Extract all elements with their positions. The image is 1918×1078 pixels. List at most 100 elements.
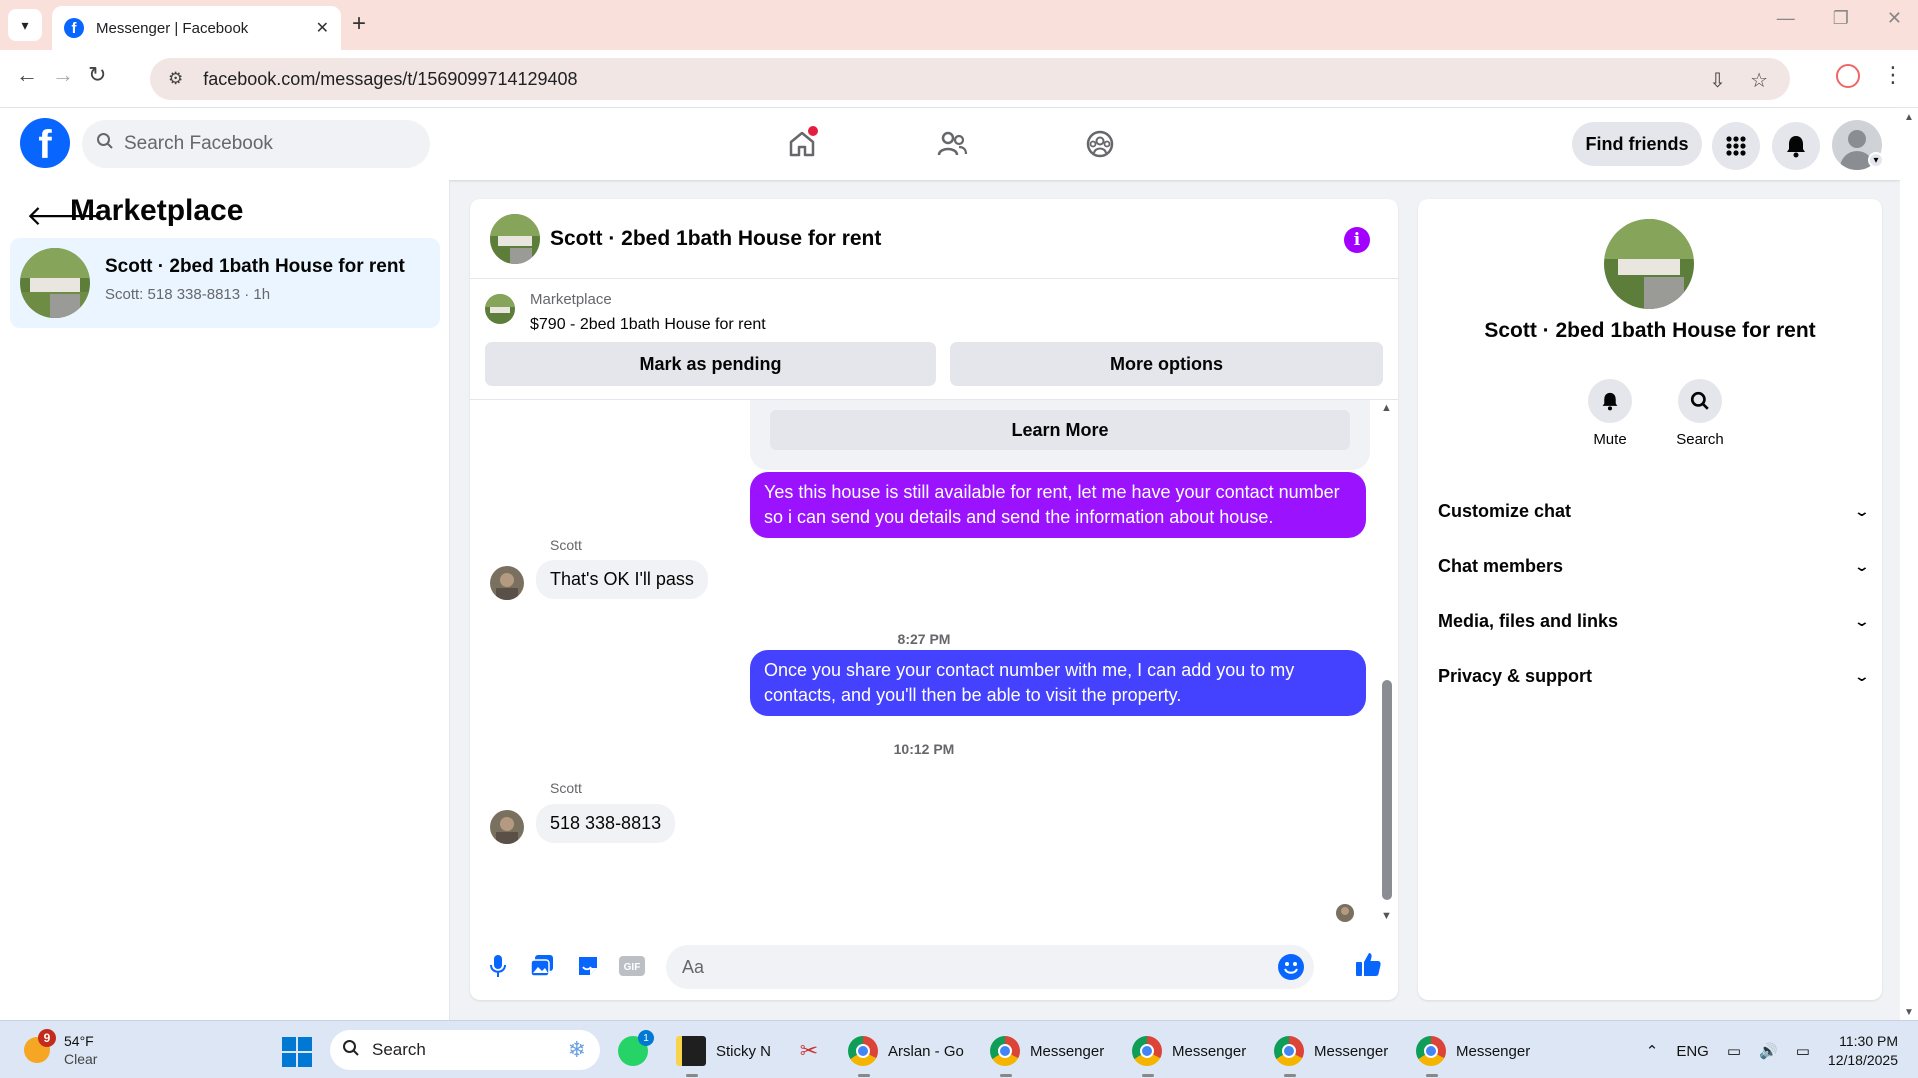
media-files-links-row[interactable]: Media, files and links ⌄ <box>1438 601 1870 641</box>
chevron-up-icon[interactable]: ⌃ <box>1646 1042 1659 1060</box>
close-tab-icon[interactable]: ✕ <box>316 18 329 38</box>
conversations-sidebar: 🡐 Marketplace Scott · 2bed 1bath House f… <box>0 180 450 1020</box>
whatsapp-taskbar-icon[interactable]: 1 <box>618 1029 658 1073</box>
browser-tab[interactable]: f Messenger | Facebook ✕ <box>52 6 341 50</box>
sticky-notes-taskbar-item[interactable]: Sticky N <box>676 1029 772 1077</box>
incoming-message[interactable]: 518 338-8813 <box>536 804 676 843</box>
thumbs-up-icon[interactable] <box>1354 950 1382 983</box>
page-scrollbar[interactable]: ▲ ▼ <box>1900 108 1918 1020</box>
back-button[interactable]: ← <box>16 62 38 88</box>
facebook-logo-icon[interactable]: f <box>20 118 70 168</box>
chrome-messenger-taskbar-item[interactable]: Messenger <box>1416 1029 1531 1077</box>
gif-icon[interactable]: GIF <box>618 952 646 980</box>
conversation-name: Scott · 2bed 1bath House for rent <box>105 256 405 277</box>
chrome-messenger-taskbar-item[interactable]: Messenger <box>1132 1029 1247 1077</box>
search-label: Search <box>1676 431 1724 448</box>
chat-members-row[interactable]: Chat members ⌄ <box>1438 546 1870 586</box>
find-friends-button[interactable]: Find friends <box>1572 122 1702 166</box>
windows-start-icon[interactable] <box>282 1037 312 1067</box>
search-placeholder: Search Facebook <box>124 133 273 154</box>
chevron-down-icon[interactable]: ▾ <box>1868 152 1884 168</box>
section-label: Customize chat <box>1438 500 1572 521</box>
chat-header: Scott · 2bed 1bath House for rent i <box>470 199 1398 279</box>
taskbar-app-label: Messenger <box>1172 1042 1247 1060</box>
message-input[interactable]: Aa <box>666 945 1314 989</box>
address-bar-row: ← → ↻ ⚙ facebook.com/messages/t/15690997… <box>0 50 1918 108</box>
chevron-down-icon: ⌄ <box>1853 502 1871 519</box>
search-action[interactable]: Search <box>1665 379 1735 448</box>
microphone-icon[interactable] <box>484 952 512 980</box>
info-icon[interactable]: i <box>1344 227 1370 253</box>
language-indicator[interactable]: ENG <box>1676 1043 1709 1060</box>
taskbar-search[interactable]: Search ❄ <box>330 1030 600 1070</box>
bookmark-star-icon[interactable]: ☆ <box>1750 68 1768 93</box>
search-icon[interactable] <box>1678 379 1722 423</box>
snowflake-icon: ❄ <box>567 1037 586 1062</box>
menu-grid-icon[interactable] <box>1712 122 1760 170</box>
listing-title[interactable]: $790 - 2bed 1bath House for rent <box>530 316 766 334</box>
message-card: Learn More <box>750 400 1370 470</box>
taskbar-app-label: Sticky N <box>716 1042 772 1060</box>
taskbar-app-label: Messenger <box>1030 1042 1105 1060</box>
chrome-taskbar-item[interactable]: Arslan - Go <box>848 1029 964 1077</box>
incoming-message[interactable]: That's OK I'll pass <box>536 560 708 599</box>
more-options-button[interactable]: More options <box>950 342 1383 386</box>
forward-button[interactable]: → <box>52 62 74 88</box>
new-tab-button[interactable]: + <box>352 10 366 38</box>
photo-icon[interactable] <box>528 952 556 980</box>
taskbar-app-label: Messenger <box>1456 1042 1531 1060</box>
sender-avatar[interactable] <box>490 566 524 600</box>
mark-as-pending-button[interactable]: Mark as pending <box>485 342 936 386</box>
mute-label: Mute <box>1593 431 1627 448</box>
chrome-menu-icon[interactable]: ⋮ <box>1882 62 1904 88</box>
customize-chat-row[interactable]: Customize chat ⌄ <box>1438 491 1871 531</box>
network-icon[interactable]: ▭ <box>1727 1042 1741 1060</box>
emoji-icon[interactable] <box>1278 954 1304 980</box>
marketplace-listing-banner: Marketplace $790 - 2bed 1bath House for … <box>470 279 1398 400</box>
timestamp: 8:27 PM <box>897 631 951 647</box>
clock-time: 11:30 PM <box>1839 1033 1898 1049</box>
taskbar-search-label: Search <box>372 1040 426 1059</box>
facebook-search-input[interactable]: Search Facebook <box>82 120 430 168</box>
tab-title: Messenger | Facebook <box>96 19 249 37</box>
notifications-bell-icon[interactable] <box>1772 122 1820 170</box>
section-label: Chat members <box>1438 555 1564 576</box>
site-info-icon[interactable]: ⚙ <box>168 69 183 89</box>
minimize-button[interactable]: — <box>1777 8 1795 29</box>
battery-icon[interactable]: ▭ <box>1796 1042 1810 1060</box>
profile-avatar[interactable] <box>1604 219 1694 309</box>
groups-icon[interactable] <box>1080 124 1120 164</box>
outgoing-message[interactable]: Once you share your contact number with … <box>750 650 1366 716</box>
bell-icon[interactable] <box>1588 379 1632 423</box>
message-scrollbar[interactable]: ▲ ▼ <box>1380 400 1394 924</box>
install-app-icon[interactable]: ⇩ <box>1709 68 1726 93</box>
reload-button[interactable]: ↻ <box>88 62 106 88</box>
learn-more-button[interactable]: Learn More <box>770 410 1350 450</box>
sticker-icon[interactable] <box>574 952 602 980</box>
omnibox[interactable]: ⚙ facebook.com/messages/t/15690997141294… <box>150 58 1790 100</box>
tab-search-dropdown[interactable]: ▾ <box>8 9 42 41</box>
conversation-info-panel: Scott · 2bed 1bath House for rent Mute S… <box>1418 199 1882 1000</box>
snipping-tool-taskbar-icon[interactable]: ✂ <box>794 1029 834 1073</box>
chat-avatar[interactable] <box>490 214 540 264</box>
volume-icon[interactable]: 🔊 <box>1759 1042 1778 1060</box>
chrome-profile-icon[interactable] <box>1836 64 1860 88</box>
mute-action[interactable]: Mute <box>1575 379 1645 448</box>
home-icon[interactable] <box>782 124 822 164</box>
restore-button[interactable]: ❐ <box>1833 8 1849 29</box>
sender-avatar[interactable] <box>490 810 524 844</box>
page-title: Marketplace <box>70 194 244 227</box>
weather-widget[interactable]: 9 54°F Clear <box>18 1029 198 1073</box>
clock[interactable]: 11:30 PM 12/18/2025 <box>1828 1032 1898 1070</box>
chrome-messenger-taskbar-item[interactable]: Messenger <box>1274 1029 1388 1077</box>
taskbar-app-label: Arslan - Go <box>888 1042 964 1060</box>
close-window-button[interactable]: ✕ <box>1887 8 1902 29</box>
outgoing-message[interactable]: Yes this house is still available for re… <box>750 472 1366 538</box>
sender-name: Scott <box>550 780 582 796</box>
friends-icon[interactable] <box>932 124 972 164</box>
chat-title[interactable]: Scott · 2bed 1bath House for rent <box>550 227 881 251</box>
section-label: Privacy & support <box>1438 665 1593 686</box>
conversation-item[interactable]: Scott · 2bed 1bath House for rent Scott:… <box>10 238 440 328</box>
chrome-messenger-taskbar-item[interactable]: Messenger <box>990 1029 1105 1077</box>
privacy-support-row[interactable]: Privacy & support ⌄ <box>1438 656 1870 696</box>
